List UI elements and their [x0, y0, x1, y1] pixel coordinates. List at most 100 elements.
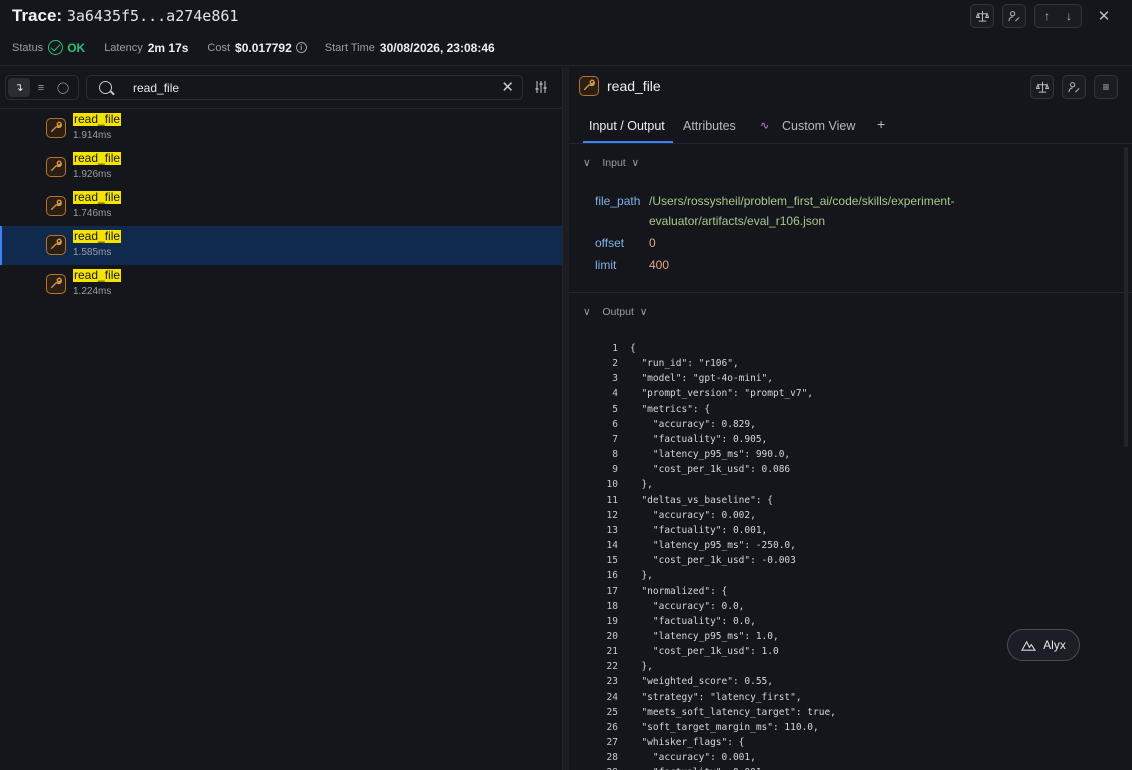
code-line: 27 "whisker_flags": {: [599, 735, 836, 750]
line-number: 2: [612, 358, 618, 370]
tab-attributes[interactable]: Attributes: [683, 119, 736, 133]
span-row[interactable]: read_file 1.224ms: [0, 265, 562, 304]
start-time-label: Start Time: [324, 41, 375, 54]
span-duration: 1.746ms: [73, 208, 112, 219]
span-detail-title: read_file: [579, 76, 661, 96]
span-row[interactable]: read_file 1.914ms: [0, 109, 562, 148]
code-text: },: [630, 570, 653, 582]
line-number: 8: [612, 449, 618, 461]
check-circle-icon: [48, 40, 64, 55]
cost-label: Cost: [207, 41, 231, 54]
code-text: "whisker_flags": {: [630, 737, 745, 749]
code-line: 23 "weighted_score": 0.55,: [599, 674, 836, 689]
label-span-button[interactable]: [1062, 75, 1086, 99]
view-toggle: ↴ ≡ ◯: [5, 75, 79, 100]
search-input[interactable]: [133, 78, 493, 97]
line-number: 28: [606, 752, 618, 764]
wrench-icon: [46, 196, 66, 216]
label-button[interactable]: [1002, 4, 1026, 28]
code-line: 7 "factuality": 0.905,: [599, 432, 836, 447]
tab-input-output[interactable]: Input / Output: [589, 119, 665, 133]
down-arrow-icon[interactable]: ↓: [1058, 9, 1080, 23]
span-list: read_file 1.914ms read_file 1.926ms read…: [0, 108, 562, 304]
line-number: 13: [606, 524, 618, 536]
wrench-icon: [46, 118, 66, 138]
annotate-span-button[interactable]: [1030, 75, 1054, 99]
code-text: "factuality": 0.0,: [630, 615, 756, 627]
line-number: 20: [606, 630, 618, 642]
code-text: "cost_per_1k_usd": -0.003: [630, 555, 796, 567]
span-tree-panel: ↴ ≡ ◯ ✕ read_file 1.914ms read_file 1.92…: [0, 67, 562, 770]
span-menu-button[interactable]: ≡: [1094, 75, 1118, 99]
code-line: 19 "factuality": 0.0,: [599, 614, 836, 629]
wrench-icon: [579, 76, 599, 96]
annotate-button[interactable]: [970, 4, 994, 28]
latency-label: Latency: [104, 41, 143, 54]
input-section-toggle[interactable]: ∨ Input ∨: [583, 157, 639, 169]
span-name: read_file: [73, 229, 122, 243]
line-number: 23: [606, 676, 618, 688]
tree-view-icon[interactable]: ↴: [8, 78, 30, 97]
code-line: 25 "meets_soft_latency_target": true,: [599, 705, 836, 720]
filter-settings-icon[interactable]: [534, 80, 550, 96]
code-text: "prompt_version": "prompt_v7",: [630, 388, 814, 400]
timeline-view-icon[interactable]: ≡: [30, 78, 52, 97]
add-tab-button[interactable]: +: [877, 116, 885, 132]
scrollbar[interactable]: [1124, 147, 1128, 447]
code-text: "cost_per_1k_usd": 1.0: [630, 646, 779, 658]
line-number: 3: [612, 373, 618, 385]
line-number: 14: [606, 540, 618, 552]
code-line: 15 "cost_per_1k_usd": -0.003: [599, 553, 836, 568]
code-text: "latency_p95_ms": 1.0,: [630, 630, 779, 642]
line-number: 26: [606, 721, 618, 733]
code-line: 12 "accuracy": 0.002,: [599, 508, 836, 523]
span-row[interactable]: read_file 1.746ms: [0, 187, 562, 226]
line-number: 21: [606, 646, 618, 658]
person-pen-icon: [1007, 10, 1020, 22]
code-line: 21 "cost_per_1k_usd": 1.0: [599, 644, 836, 659]
span-search: ✕: [86, 75, 523, 100]
input-file-path: file_path: [595, 194, 640, 208]
info-icon[interactable]: i: [295, 42, 307, 53]
panel-resize-handle[interactable]: [562, 67, 569, 770]
wrench-icon: [46, 274, 66, 294]
span-detail-panel: read_file ≡ Input / Output Attributes ∿ …: [569, 67, 1132, 770]
input-key: limit: [595, 258, 617, 272]
line-number: 18: [606, 600, 618, 612]
assistant-icon: [1021, 640, 1037, 651]
code-line: 6 "accuracy": 0.829,: [599, 417, 836, 432]
line-number: 11: [606, 494, 618, 506]
input-value: /Users/rossysheil/problem_first_ai/code/…: [649, 194, 955, 208]
code-text: "accuracy": 0.829,: [630, 418, 756, 430]
clear-search-icon[interactable]: ✕: [501, 78, 514, 97]
divider: [569, 292, 1132, 293]
code-text: "latency_p95_ms": -250.0,: [630, 540, 796, 552]
span-navigation: ↑ ↓: [1034, 4, 1082, 28]
tab-custom-view[interactable]: Custom View: [782, 119, 855, 133]
code-text: "factuality": 0.001,: [630, 524, 768, 536]
graph-view-icon[interactable]: ◯: [52, 78, 74, 97]
cost-value: $0.017792: [235, 40, 292, 55]
span-row[interactable]: read_file 1.926ms: [0, 148, 562, 187]
code-line: 24 "strategy": "latency_first",: [599, 690, 836, 705]
span-duration: 1.914ms: [73, 130, 112, 141]
code-line: 9 "cost_per_1k_usd": 0.086: [599, 462, 836, 477]
up-arrow-icon[interactable]: ↑: [1036, 9, 1058, 23]
span-row-selected[interactable]: read_file 1.585ms: [0, 226, 562, 265]
line-number: 16: [606, 570, 618, 582]
line-number: 24: [606, 691, 618, 703]
alyx-assistant-button[interactable]: Alyx: [1007, 629, 1080, 661]
span-duration: 1.585ms: [73, 247, 112, 258]
line-number: 29: [599, 765, 618, 770]
input-offset: offset: [595, 236, 624, 250]
line-number: 1: [612, 343, 618, 354]
search-icon: [99, 81, 112, 94]
close-button[interactable]: ✕: [1092, 4, 1116, 28]
span-duration: 1.224ms: [73, 286, 112, 297]
output-section-toggle[interactable]: ∨ Output ∨: [583, 306, 647, 318]
code-text: },: [630, 661, 653, 673]
code-line: 10 },: [599, 477, 836, 492]
active-tab-indicator: [583, 141, 673, 143]
span-name: read_file: [73, 190, 122, 204]
code-text: "normalized": {: [630, 585, 728, 597]
